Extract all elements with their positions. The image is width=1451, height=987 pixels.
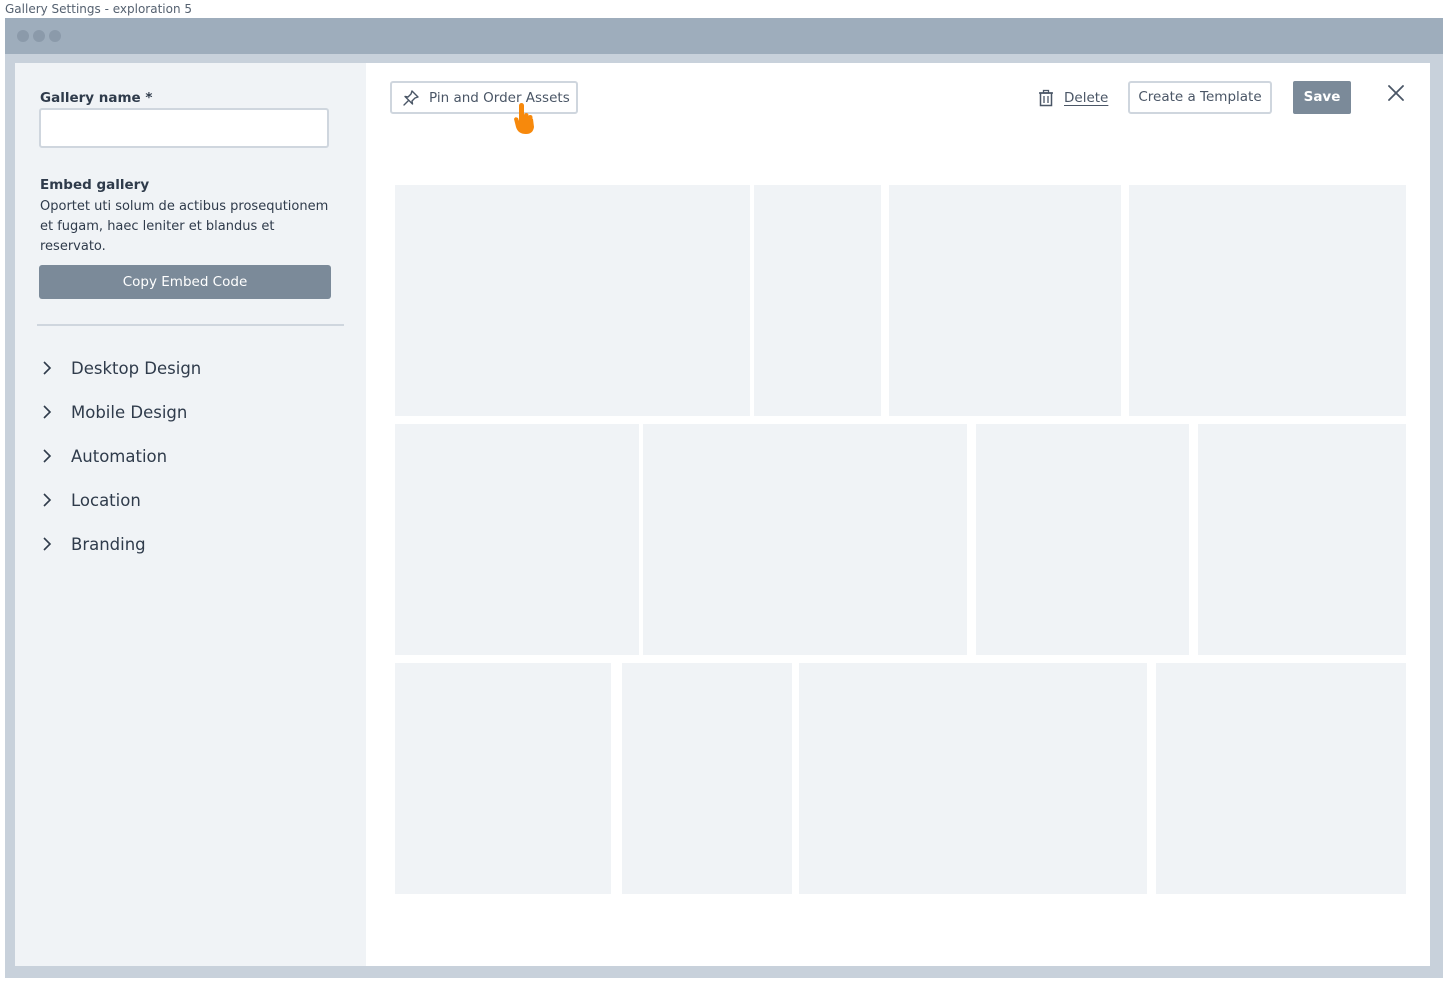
embed-gallery-title: Embed gallery [40, 177, 150, 193]
pin-button-label: Pin and Order Assets [429, 89, 570, 106]
window-titlebar [5, 18, 1443, 54]
copy-embed-code-button[interactable]: Copy Embed Code [39, 265, 331, 299]
section-desktop-design[interactable]: Desktop Design [41, 353, 341, 383]
chevron-right-icon [43, 449, 52, 463]
gallery-settings-panel: Gallery name * Embed gallery Oportet uti… [15, 63, 1430, 966]
window-control-dot[interactable] [49, 30, 61, 42]
delete-button[interactable]: Delete [1037, 87, 1108, 109]
gallery-tile[interactable] [395, 424, 639, 655]
create-template-button[interactable]: Create a Template [1128, 81, 1272, 114]
gallery-tile[interactable] [1198, 424, 1406, 655]
gallery-tile[interactable] [799, 663, 1147, 894]
chevron-right-icon [43, 361, 52, 375]
gallery-tile[interactable] [643, 424, 967, 655]
sidebar-divider [37, 324, 344, 326]
embed-gallery-description: Oportet uti solum de actibus proseqution… [40, 199, 329, 254]
frame-title: Gallery Settings - exploration 5 [5, 2, 193, 16]
gallery-tile[interactable] [1129, 185, 1406, 416]
section-branding[interactable]: Branding [41, 529, 341, 559]
chevron-right-icon [43, 493, 52, 507]
section-label: Automation [71, 446, 168, 466]
close-icon[interactable] [1386, 83, 1406, 103]
section-automation[interactable]: Automation [41, 441, 341, 471]
gallery-tile[interactable] [976, 424, 1189, 655]
gallery-tile[interactable] [395, 185, 750, 416]
section-mobile-design[interactable]: Mobile Design [41, 397, 341, 427]
gallery-tile[interactable] [1156, 663, 1406, 894]
section-label: Mobile Design [71, 402, 188, 422]
gallery-tile[interactable] [754, 185, 881, 416]
gallery-name-label: Gallery name * [40, 90, 153, 106]
pointer-hand-icon [514, 103, 534, 134]
gallery-name-input[interactable] [39, 108, 329, 148]
section-location[interactable]: Location [41, 485, 341, 515]
section-label: Location [71, 490, 141, 510]
delete-label: Delete [1064, 90, 1109, 106]
pin-and-order-assets-button[interactable]: Pin and Order Assets [390, 81, 578, 114]
gallery-tile[interactable] [889, 185, 1121, 416]
section-label: Branding [71, 534, 146, 554]
save-button[interactable]: Save [1293, 81, 1351, 114]
gallery-tile[interactable] [622, 663, 792, 894]
settings-sidebar: Gallery name * Embed gallery Oportet uti… [15, 63, 366, 966]
chevron-right-icon [43, 537, 52, 551]
trash-icon [1039, 89, 1053, 107]
gallery-tile[interactable] [395, 663, 611, 894]
window-control-dot[interactable] [33, 30, 45, 42]
section-label: Desktop Design [71, 358, 202, 378]
window-control-dot[interactable] [17, 30, 29, 42]
chevron-right-icon [43, 405, 52, 419]
pin-icon [403, 89, 419, 106]
app-window: Gallery name * Embed gallery Oportet uti… [5, 18, 1443, 978]
